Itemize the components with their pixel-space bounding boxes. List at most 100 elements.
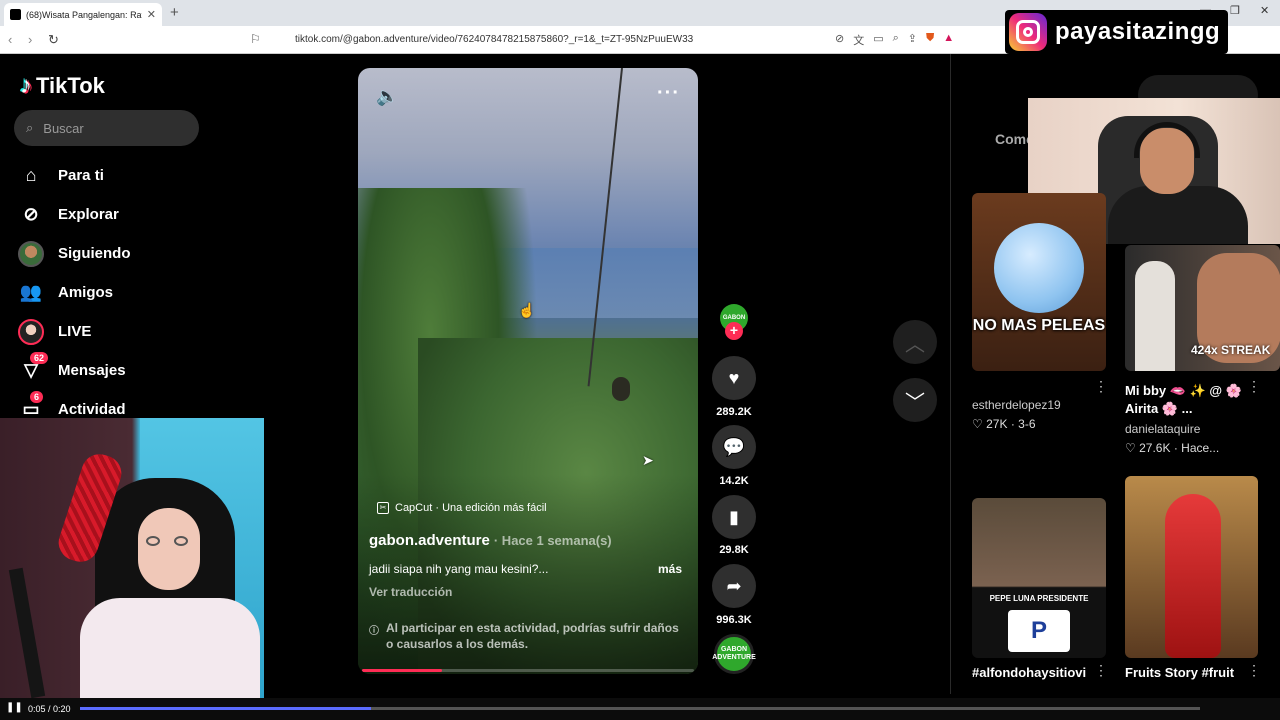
sidebar-nav: ⌂ Para ti ⊘ Explorar Siguiendo 👥 Amigos … (18, 156, 238, 429)
card-date: Hace... (1181, 441, 1220, 455)
card-more-icon[interactable]: ⋮ (1247, 662, 1261, 679)
browser-tab[interactable]: (68)Wisata Pangalengan: Raft ✕ (4, 3, 162, 26)
card-date: 3-6 (1018, 417, 1036, 431)
more-options-icon[interactable]: ··· (657, 82, 680, 105)
video-thumbnail[interactable] (1125, 476, 1258, 658)
see-translation-link[interactable]: Ver traducción (369, 585, 452, 599)
sidebar-item-label: Actividad (58, 401, 126, 418)
translate-icon[interactable]: 文 (853, 32, 864, 48)
card-title[interactable]: Mi bby 🫦 ✨ @ 🌸 Airita 🌸 ... (1125, 382, 1243, 418)
card-more-icon[interactable]: ⋮ (1094, 378, 1108, 395)
bookmark-icon: ▮ (729, 506, 739, 527)
forward-icon[interactable]: › (28, 32, 32, 47)
sidebar-item-label: Amigos (58, 284, 114, 301)
like-button[interactable]: ♥ (712, 356, 756, 400)
url-field[interactable]: tiktok.com/@gabon.adventure/video/762407… (295, 34, 693, 45)
next-video-button[interactable]: ﹀ (893, 378, 937, 422)
brave-rewards-icon[interactable]: ▲ (943, 32, 954, 48)
heart-outline-icon: ♡ (1125, 441, 1136, 455)
playback-fill (80, 707, 372, 710)
live-icon (18, 318, 44, 345)
playback-time: 0:05 / 0:20 (28, 704, 71, 714)
maximize-icon[interactable]: ❐ (1230, 4, 1240, 17)
compass-icon: ⊘ (23, 204, 39, 224)
capcut-icon: ✂ (377, 502, 389, 514)
card-more-icon[interactable]: ⋮ (1094, 662, 1108, 679)
post-time: · Hace 1 semana(s) (493, 533, 612, 548)
capcut-label[interactable]: ✂ CapCut · Una edición más fácil (377, 502, 547, 514)
video-thumbnail[interactable]: PEPE LUNA PRESIDENTE P (972, 498, 1106, 658)
close-window-icon[interactable]: ✕ (1260, 4, 1269, 17)
card-more-icon[interactable]: ⋮ (1247, 378, 1261, 395)
video-thumbnail[interactable]: NO MAS PELEAS (972, 193, 1106, 371)
cartoon-character (994, 223, 1084, 313)
pointer-cursor-icon: ➤ (642, 452, 654, 468)
tiktok-note-icon: ♪ (20, 72, 32, 99)
search-placeholder: Buscar (43, 120, 84, 136)
card-title[interactable]: Fruits Story #fruit (1125, 665, 1243, 680)
sound-disc[interactable]: GABON ADVENTURE (712, 634, 756, 674)
card-username[interactable]: danielataquire (1125, 422, 1200, 436)
share-button[interactable]: ➦ (712, 564, 756, 608)
sidebar-item-mensajes[interactable]: ▽ 62 Mensajes (18, 351, 238, 390)
reload-icon[interactable]: ↻ (48, 32, 59, 48)
heart-icon: ♥ (728, 367, 740, 388)
recording-player-bar: ❚❚ 0:05 / 0:20 (0, 698, 1280, 720)
cast-icon[interactable]: ▭ (873, 32, 883, 48)
home-icon: ⌂ (25, 165, 37, 185)
tiktok-logo[interactable]: ♪ TikTok (20, 72, 105, 100)
party-logo: P (1008, 610, 1070, 652)
chevron-up-icon: ︿ (905, 333, 925, 356)
card-username[interactable]: estherdelopez19 (972, 398, 1061, 412)
comment-button[interactable]: 💬 (712, 425, 756, 469)
sidebar-item-para-ti[interactable]: ⌂ Para ti (18, 156, 238, 195)
activity-badge: 6 (30, 390, 44, 403)
sidebar-item-explorar[interactable]: ⊘ Explorar (18, 195, 238, 234)
avatar-icon (18, 240, 44, 267)
card-meta: ♡ 27.6K · Hace... (1125, 441, 1220, 455)
search-input[interactable]: ⌕ Buscar (14, 110, 199, 146)
close-tab-icon[interactable]: ✕ (147, 8, 156, 21)
no-tracking-icon[interactable]: ⊘ (835, 32, 844, 48)
video-player[interactable]: 🔈 ··· ✂ CapCut · Una edición más fácil g… (358, 68, 698, 674)
pause-icon[interactable]: ❚❚ (6, 702, 23, 713)
video-progress-bar[interactable] (362, 669, 694, 672)
author-name[interactable]: gabon.adventure (369, 532, 490, 549)
volume-icon[interactable]: 🔈 (376, 86, 398, 107)
back-icon[interactable]: ‹ (8, 32, 12, 47)
sidebar-item-live[interactable]: LIVE (18, 312, 238, 351)
sidebar-item-siguiendo[interactable]: Siguiendo (18, 234, 238, 273)
previous-video-button[interactable]: ︿ (893, 320, 937, 364)
comment-icon: 💬 (722, 436, 746, 457)
more-text-button[interactable]: más (658, 562, 682, 576)
follow-plus-icon[interactable]: + (725, 322, 743, 340)
instagram-overlay: payasitazingg (1005, 10, 1229, 54)
save-button[interactable]: ▮ (712, 495, 756, 539)
chevron-down-icon: ﹀ (905, 391, 925, 414)
brave-shield-icon[interactable]: ⛊ (926, 32, 934, 48)
sidebar-item-label: Para ti (58, 167, 104, 184)
sidebar-item-amigos[interactable]: 👥 Amigos (18, 273, 238, 312)
card-title[interactable]: #alfondohaysitiovi (972, 665, 1092, 680)
heart-outline-icon: ♡ (972, 417, 983, 431)
figure-in-red-dress (1165, 494, 1221, 658)
streamer-webcam-left (0, 418, 264, 698)
like-count: 289.2K (716, 406, 752, 418)
video-thumbnail[interactable]: 424x STREAK (1125, 245, 1280, 371)
search-icon: ⌕ (26, 120, 34, 135)
playback-track[interactable] (80, 707, 1200, 710)
thumbnail-text: PEPE LUNA PRESIDENTE (989, 594, 1089, 603)
share-icon[interactable]: ⇪ (908, 32, 917, 48)
card-likes: 27.6K (1139, 441, 1171, 455)
capcut-text: CapCut · Una edición más fácil (395, 502, 547, 514)
instagram-handle: payasitazingg (1055, 18, 1221, 45)
bookmark-icon[interactable]: ⚐ (250, 32, 261, 46)
warning-text: Al participar en esta actividad, podrías… (386, 621, 679, 651)
new-tab-icon[interactable]: + (170, 4, 179, 21)
share-arrow-icon: ➦ (726, 575, 742, 596)
video-author[interactable]: gabon.adventure · Hace 1 semana(s) (369, 532, 612, 549)
zoom-icon[interactable]: ⌕ (893, 32, 899, 48)
browser-toolbar-icons: ⊘ 文 ▭ ⌕ ⇪ ⛊ ▲ (835, 32, 954, 48)
share-count: 996.3K (716, 614, 752, 626)
save-count: 29.8K (719, 544, 749, 556)
